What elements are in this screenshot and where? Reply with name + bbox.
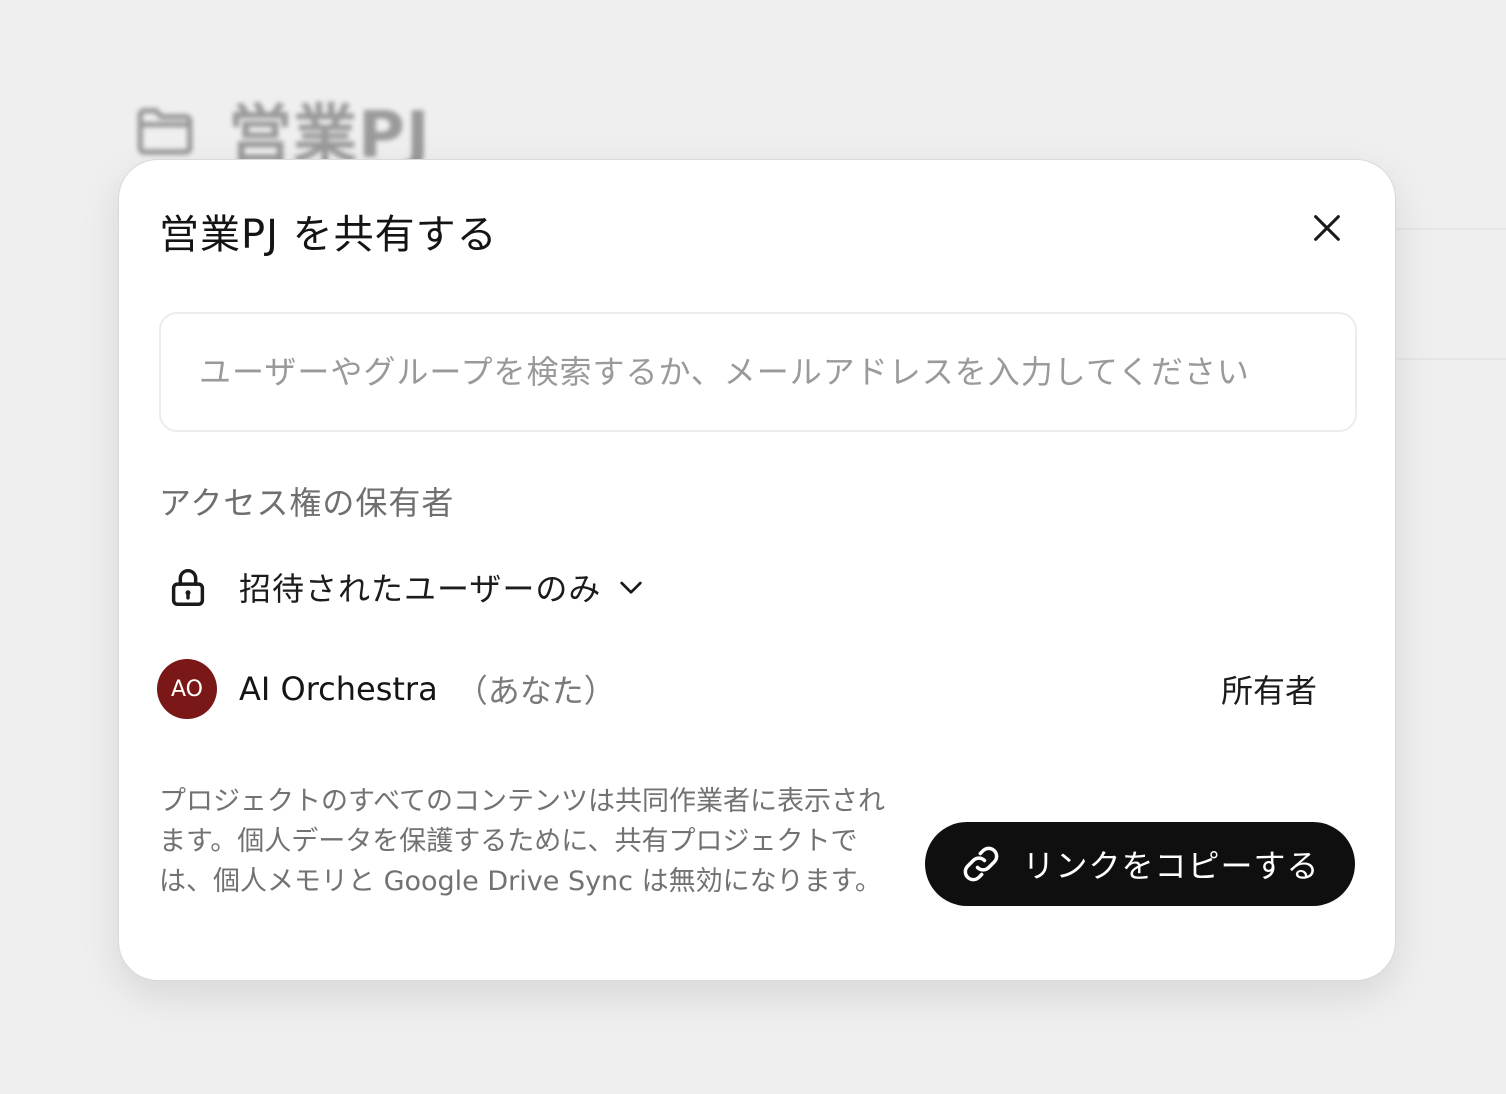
close-icon [1314, 215, 1340, 241]
member-you-label: （あなた） [455, 672, 616, 710]
copy-link-label: リンクをコピーする [1022, 847, 1320, 885]
chevron-down-icon [620, 581, 643, 594]
member-role: 所有者 [1220, 672, 1317, 710]
link-icon [964, 846, 999, 882]
access-setting-label: 招待されたユーザーのみ [239, 570, 602, 608]
member-row: AO AI Orchestra （あなた） 所有者 [157, 658, 1317, 720]
dialog-title: 営業PJ を共有する [159, 212, 498, 258]
member-name: AI Orchestra [239, 670, 438, 708]
avatar: AO [157, 659, 217, 719]
share-dialog: 営業PJ を共有する アクセス権の保有者 招待されたユーザーのみ AO AI O… [118, 159, 1396, 981]
background-divider [1390, 358, 1506, 360]
search-input[interactable] [197, 352, 1355, 392]
access-section-label: アクセス権の保有者 [159, 484, 455, 522]
search-field[interactable] [159, 312, 1357, 432]
copy-link-button[interactable]: リンクをコピーする [925, 822, 1355, 906]
folder-icon [137, 108, 193, 155]
privacy-note: プロジェクトのすべてのコンテンツは共同作業者に表示されます。個人データを保護する… [159, 786, 886, 897]
access-setting-dropdown[interactable]: 招待されたユーザーのみ [165, 564, 647, 610]
lock-icon [171, 569, 205, 606]
close-button[interactable] [1299, 200, 1355, 256]
background-divider [1390, 228, 1506, 230]
